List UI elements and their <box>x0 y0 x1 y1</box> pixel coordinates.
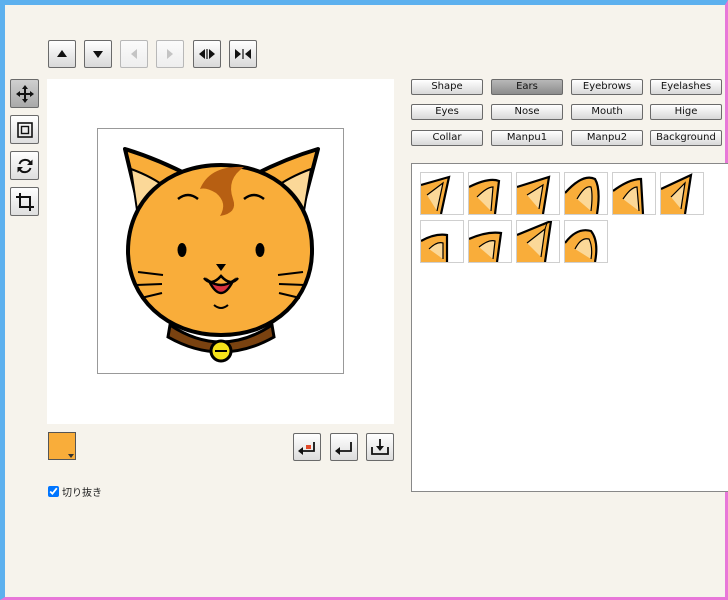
widen-icon <box>199 49 215 59</box>
ear-4-icon <box>565 176 600 214</box>
character-canvas[interactable] <box>97 128 344 374</box>
crop-tool-button[interactable] <box>10 187 39 216</box>
category-manpu2[interactable]: Manpu2 <box>571 130 643 146</box>
reset-button[interactable] <box>293 433 321 461</box>
crop-option[interactable]: 切り抜き <box>48 484 102 499</box>
move-left-button[interactable] <box>120 40 148 68</box>
move-left-icon <box>131 49 137 59</box>
move-right-icon <box>167 49 173 59</box>
ear-option[interactable] <box>420 220 464 263</box>
category-background[interactable]: Background <box>650 130 722 146</box>
ear-option[interactable] <box>516 220 560 263</box>
category-eyes[interactable]: Eyes <box>411 104 483 120</box>
category-collar[interactable]: Collar <box>411 130 483 146</box>
ear-6-icon <box>661 173 693 214</box>
ear-9-icon <box>517 221 553 262</box>
narrow-button[interactable] <box>229 40 257 68</box>
category-mouth[interactable]: Mouth <box>571 104 643 120</box>
category-manpu1[interactable]: Manpu1 <box>491 130 563 146</box>
ear-option[interactable] <box>516 172 560 215</box>
rotate-tool-icon <box>17 158 32 173</box>
reset-icon <box>298 442 315 455</box>
undo-button[interactable] <box>330 433 358 461</box>
move-up-icon <box>57 50 67 57</box>
ear-option[interactable] <box>468 172 512 215</box>
undo-icon <box>335 442 352 455</box>
rotate-tool-button[interactable] <box>10 151 39 180</box>
category-eyebrows[interactable]: Eyebrows <box>571 79 643 95</box>
canvas-area[interactable] <box>47 79 394 424</box>
move-tool-icon <box>15 84 34 103</box>
ear-option[interactable] <box>612 172 656 215</box>
ear-8-icon <box>469 231 503 262</box>
save-button[interactable] <box>366 433 394 461</box>
scale-tool-icon <box>16 121 33 138</box>
ear-option[interactable] <box>468 220 512 263</box>
move-right-button[interactable] <box>156 40 184 68</box>
move-tool-button[interactable] <box>10 79 39 108</box>
cat-face-preview <box>123 147 320 363</box>
crop-label: 切り抜き <box>62 488 102 499</box>
ear-5-icon <box>613 177 645 214</box>
ear-2-icon <box>469 178 501 214</box>
ear-option[interactable] <box>420 172 464 215</box>
crop-checkbox[interactable] <box>48 486 59 497</box>
ear-option[interactable] <box>564 172 608 215</box>
category-hige[interactable]: Hige <box>650 104 722 120</box>
ear-1-icon <box>421 175 451 214</box>
widen-button[interactable] <box>193 40 221 68</box>
move-up-button[interactable] <box>48 40 76 68</box>
category-nose[interactable]: Nose <box>491 104 563 120</box>
save-icon <box>371 439 389 455</box>
category-ears[interactable]: Ears <box>491 79 563 95</box>
category-eyelashes[interactable]: Eyelashes <box>650 79 722 95</box>
ear-option[interactable] <box>564 220 608 263</box>
crop-tool-icon <box>15 192 34 211</box>
parts-panel <box>411 163 728 492</box>
move-down-icon <box>93 51 103 58</box>
category-shape[interactable]: Shape <box>411 79 483 95</box>
move-down-button[interactable] <box>84 40 112 68</box>
ear-3-icon <box>517 175 551 214</box>
ear-option[interactable] <box>660 172 704 215</box>
ear-10-icon <box>565 229 598 262</box>
narrow-icon <box>235 49 251 59</box>
scale-tool-button[interactable] <box>10 115 39 144</box>
ear-7-icon <box>421 233 449 262</box>
chevron-down-icon <box>68 454 74 458</box>
color-swatch-button[interactable] <box>48 432 76 460</box>
